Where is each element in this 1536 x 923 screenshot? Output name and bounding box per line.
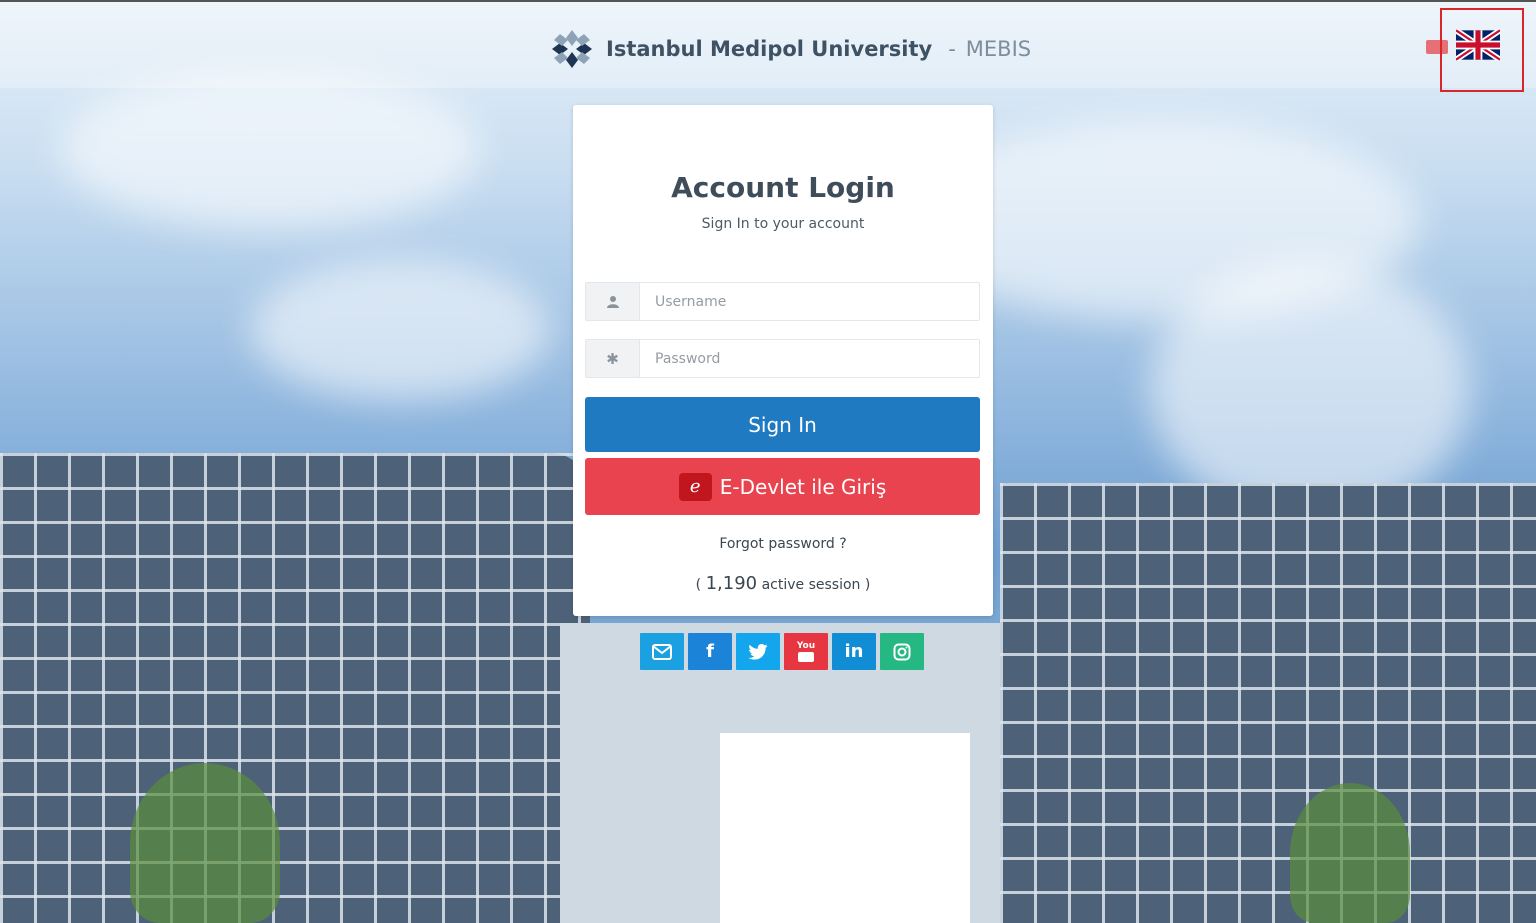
social-links: f You in xyxy=(640,633,924,670)
session-count: 1,190 xyxy=(705,573,758,594)
edevlet-label: E-Devlet ile Giriş xyxy=(719,474,887,499)
username-field-group xyxy=(585,282,980,321)
page-subtitle: Sign In to your account xyxy=(701,216,865,232)
asterisk-icon: ✱ xyxy=(586,340,640,377)
uk-flag-icon[interactable] xyxy=(1456,29,1500,61)
youtube-icon[interactable]: You xyxy=(784,633,828,670)
instagram-icon[interactable] xyxy=(880,633,924,670)
session-suffix: active session ) xyxy=(761,577,871,593)
edevlet-login-button[interactable]: e E-Devlet ile Giriş xyxy=(585,458,980,515)
twitter-icon[interactable] xyxy=(736,633,780,670)
login-card: Account Login Sign In to your account ✱ … xyxy=(573,105,993,616)
page-title: Account Login xyxy=(671,171,895,204)
active-session-counter: ( 1,190 active session ) xyxy=(573,573,993,594)
forgot-password-link[interactable]: Forgot password ? xyxy=(573,536,993,552)
session-open-paren: ( xyxy=(695,577,702,593)
password-field-group: ✱ xyxy=(585,339,980,378)
top-header: Istanbul Medipol University - MEBIS xyxy=(0,0,1536,92)
linkedin-icon[interactable]: in xyxy=(832,633,876,670)
brand-separator: - xyxy=(948,37,956,61)
sign-in-label: Sign In xyxy=(748,412,817,437)
facebook-icon[interactable]: f xyxy=(688,633,732,670)
password-input[interactable] xyxy=(640,340,979,377)
username-input[interactable] xyxy=(640,283,979,320)
app-name: MEBIS xyxy=(965,37,1032,61)
edevlet-logo-icon: e xyxy=(678,472,712,501)
medipol-logo-icon xyxy=(552,30,592,68)
brand[interactable]: Istanbul Medipol University - MEBIS xyxy=(548,26,1031,72)
sign-in-button[interactable]: Sign In xyxy=(585,397,980,452)
user-icon xyxy=(586,283,640,320)
university-name: Istanbul Medipol University xyxy=(606,37,933,61)
envelope-icon[interactable] xyxy=(640,633,684,670)
